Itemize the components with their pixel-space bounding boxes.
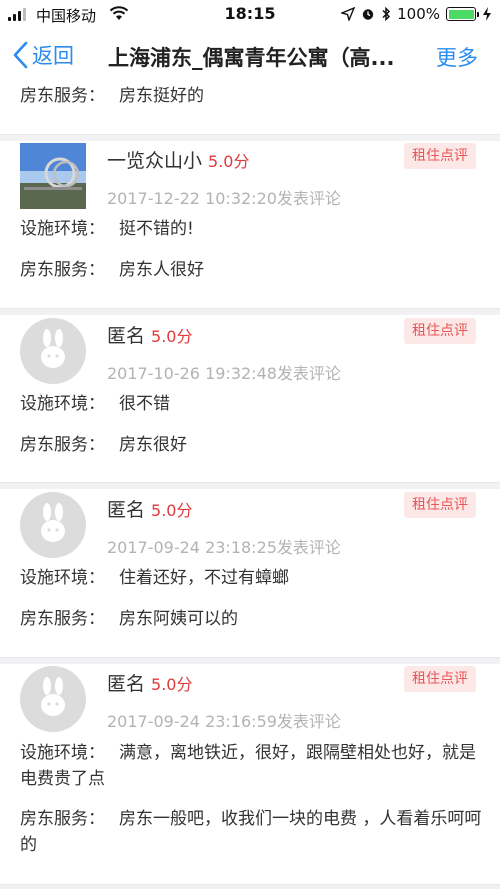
review-score: 5.0分 [151, 675, 193, 694]
avatar-photo-image [20, 143, 86, 209]
reviewer-name-row: 一览众山小 5.0分 [107, 146, 249, 173]
landlord-service-row: 房东服务： 房东阿姨可以的 [20, 606, 238, 632]
location-arrow-icon [341, 7, 356, 21]
default-avatar-rabbit-icon [41, 329, 65, 368]
reviewer-name-row: 匿名 5.0分 [107, 669, 192, 696]
rental-review-badge: 租住点评 [404, 666, 476, 692]
divider [0, 134, 500, 141]
status-bar: 中国移动 18:15 100% [0, 0, 500, 30]
rental-review-badge: 租住点评 [404, 143, 476, 169]
battery-icon [446, 7, 479, 21]
landlord-service-value: 房东人很好 [119, 260, 204, 280]
navigation-bar: 返回 上海浦东_偶寓青年公寓（高... 更多 [0, 30, 500, 80]
reviewer-name: 匿名 [107, 673, 146, 695]
landlord-service-label: 房东服务： [20, 609, 105, 629]
default-avatar-rabbit-icon [41, 503, 65, 542]
landlord-service-label: 房东服务： [20, 435, 105, 455]
review-score: 5.0分 [151, 327, 193, 346]
avatar [20, 318, 86, 384]
reviewer-name: 一览众山小 [107, 150, 203, 172]
landlord-service-value: 房东阿姨可以的 [119, 609, 238, 629]
back-button[interactable]: 返回 [12, 39, 74, 71]
back-label: 返回 [32, 44, 74, 68]
facilities-label: 设施环境： [20, 568, 105, 588]
reviewer-name: 匿名 [107, 325, 146, 347]
review-list: 房东服务： 房东挺好的 一览众山小 5.0分 租住点评 2017-12-22 10:… [0, 80, 500, 889]
review-time: 2017-09-24 23:18:25发表评论 [107, 538, 341, 557]
chevron-left-icon [13, 41, 28, 69]
facilities-label: 设施环境： [20, 219, 105, 239]
review-time: 2017-10-26 19:32:48发表评论 [107, 364, 341, 383]
landlord-service-row: 房东服务： 房东人很好 [20, 257, 204, 283]
more-button[interactable]: 更多 [436, 42, 478, 72]
divider [0, 884, 500, 889]
reviewer-name: 匿名 [107, 499, 146, 521]
rental-review-badge: 租住点评 [404, 492, 476, 518]
avatar [20, 666, 86, 732]
landlord-service-value: 房东挺好的 [119, 86, 204, 106]
landlord-service-label: 房东服务： [20, 260, 105, 280]
avatar [20, 492, 86, 558]
battery-percent: 100% [397, 5, 440, 23]
facilities-row: 设施环境： 住着还好，不过有蟑螂 [20, 565, 289, 591]
facilities-row: 设施环境： 很不错 [20, 391, 170, 417]
divider [0, 308, 500, 315]
landlord-service-label: 房东服务： [20, 86, 105, 106]
facilities-label: 设施环境： [20, 743, 105, 763]
review-score: 5.0分 [208, 152, 250, 171]
review-score: 5.0分 [151, 501, 193, 520]
landlord-service-row: 房东服务： 房东一般吧，收我们一块的电费 ，人看着乐呵呵的 [20, 806, 482, 858]
facilities-label: 设施环境： [20, 394, 105, 414]
reviewer-name-row: 匿名 5.0分 [107, 495, 192, 522]
facilities-value: 很不错 [119, 394, 170, 414]
facilities-value: 挺不错的! [119, 219, 194, 239]
divider [0, 482, 500, 489]
landlord-service-row: 房东服务： 房东很好 [20, 432, 187, 458]
facilities-row: 设施环境： 满意，离地铁近，很好，跟隔壁相处也好，就是电费贵了点 [20, 740, 482, 792]
facilities-value: 住着还好，不过有蟑螂 [119, 568, 289, 588]
status-right-group: 100% [341, 4, 492, 24]
bluetooth-icon [382, 6, 391, 22]
page-title: 上海浦东_偶寓青年公寓（高... [108, 46, 395, 70]
landlord-service-row: 房东服务： 房东挺好的 [20, 83, 204, 109]
facilities-row: 设施环境： 挺不错的! [20, 216, 194, 242]
landlord-service-label: 房东服务： [20, 809, 105, 829]
rental-review-badge: 租住点评 [404, 318, 476, 344]
avatar [20, 143, 86, 209]
review-time: 2017-09-24 23:16:59发表评论 [107, 712, 341, 731]
default-avatar-rabbit-icon [41, 677, 65, 716]
alarm-icon [362, 9, 374, 20]
reviewer-name-row: 匿名 5.0分 [107, 321, 192, 348]
divider [0, 657, 500, 664]
battery-level [448, 9, 474, 19]
charging-bolt-icon [483, 7, 491, 21]
landlord-service-value: 房东很好 [119, 435, 187, 455]
review-time: 2017-12-22 10:32:20发表评论 [107, 189, 341, 208]
